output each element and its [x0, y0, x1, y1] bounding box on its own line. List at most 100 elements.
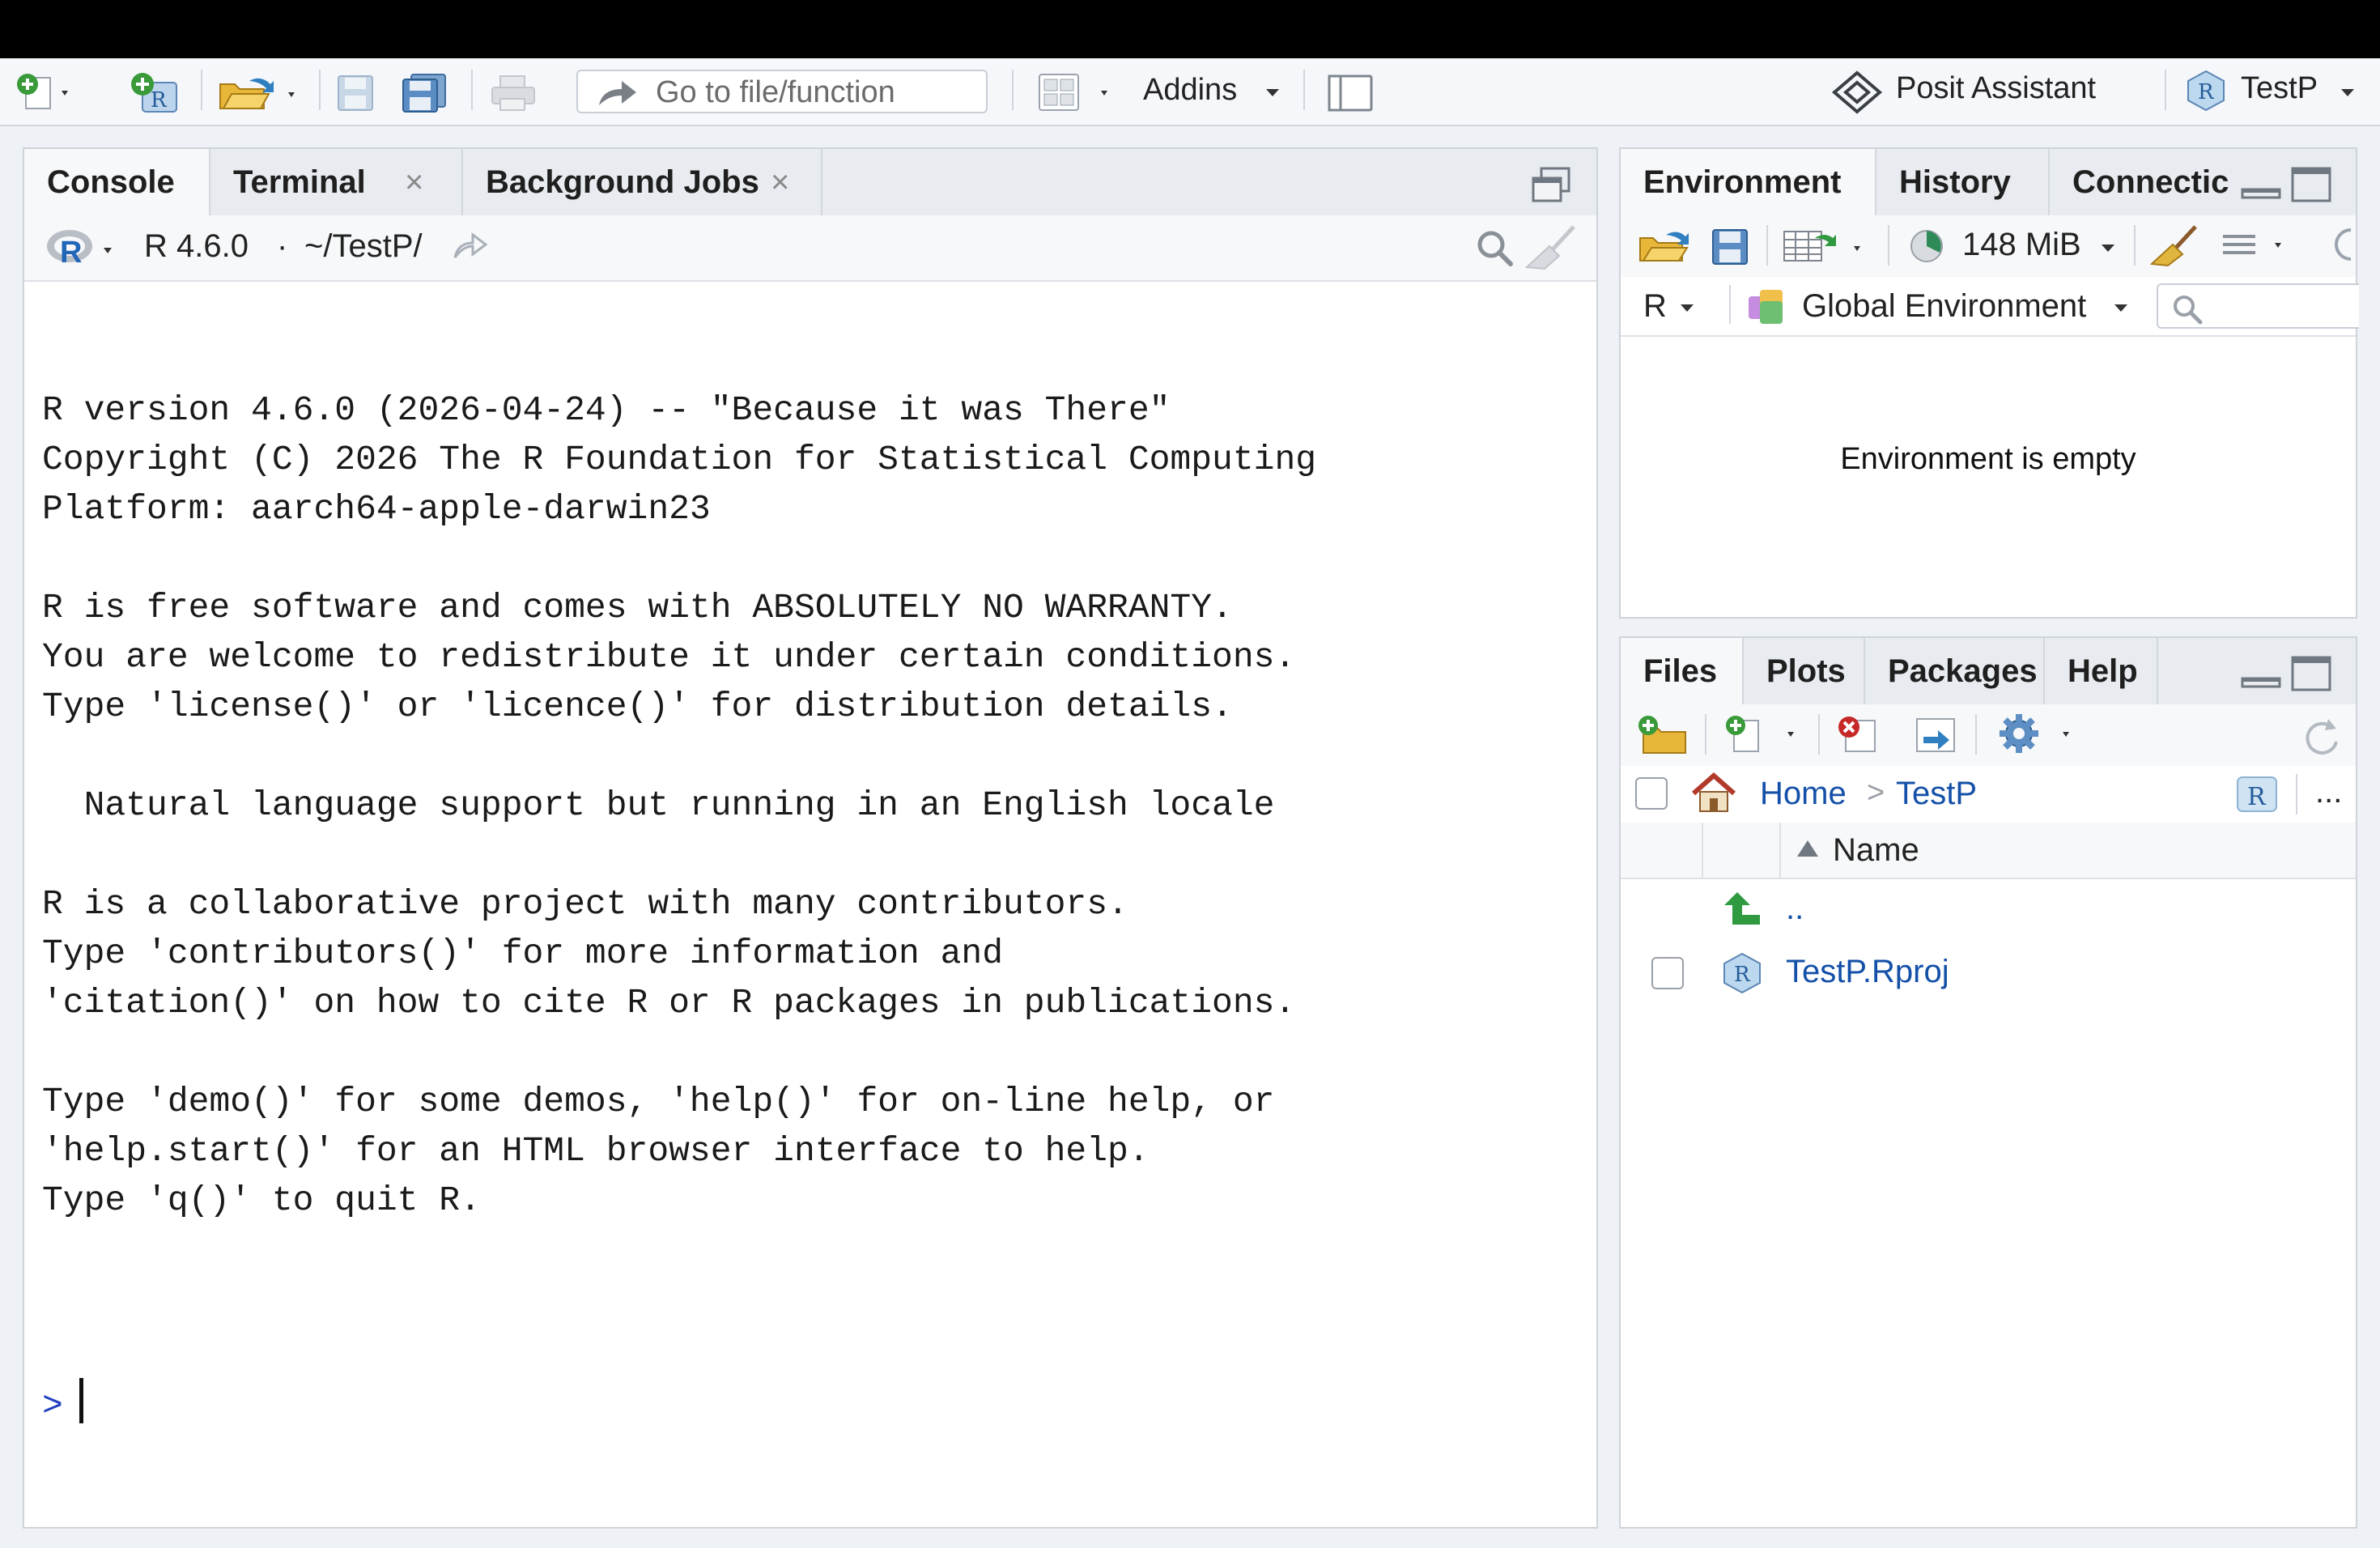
tab-environment[interactable]: Environment	[1621, 149, 1876, 217]
more-options-button[interactable]: ...	[2315, 774, 2342, 810]
language-selector[interactable]: R	[1643, 288, 1667, 325]
clear-console-broom-icon[interactable]	[1524, 225, 1577, 274]
console-output-lines: R version 4.6.0 (2026-04-24) -- "Because…	[42, 385, 1596, 1274]
info-separator: ·	[277, 228, 288, 264]
environment-tabbar: Environment History Connectic	[1621, 149, 2356, 217]
posit-assistant-button[interactable]: Posit Assistant	[1896, 71, 2096, 106]
list-view-icon[interactable]	[2221, 232, 2294, 265]
environment-scope-selector[interactable]: Global Environment	[1802, 288, 2086, 325]
home-icon[interactable]	[1689, 771, 1739, 819]
rename-file-icon[interactable]	[1909, 716, 1959, 759]
search-icon[interactable]	[1475, 228, 1515, 273]
files-toolbar	[1621, 704, 2356, 768]
tab-background-jobs-label: Background Jobs	[486, 164, 759, 200]
tab-help[interactable]: Help	[2045, 638, 2158, 704]
goto-directory-icon[interactable]	[452, 232, 488, 265]
maximize-pane-icon[interactable]	[2289, 165, 2333, 208]
console-output-line: Copyright (C) 2026 The R Foundation for …	[42, 440, 1317, 479]
go-to-project-icon[interactable]: R	[2234, 774, 2281, 819]
goto-file-function-box[interactable]	[576, 70, 988, 113]
clear-objects-broom-icon[interactable]	[2149, 225, 2199, 271]
console-output-line: R is a collaborative project with many c…	[42, 884, 1128, 924]
save-all-icon[interactable]	[402, 73, 450, 117]
delete-file-icon[interactable]	[1834, 714, 1885, 759]
new-blank-file-icon[interactable]	[1723, 714, 1804, 759]
files-column-header: Name	[1621, 823, 2356, 879]
console-output-line: 'citation()' on how to cite R or R packa…	[42, 983, 1296, 1023]
more-settings-gear-icon[interactable]	[1998, 712, 2079, 760]
tab-history-label: History	[1899, 164, 2011, 200]
addins-chevron-down-icon	[1266, 89, 1279, 96]
console-output[interactable]: R version 4.6.0 (2026-04-24) -- "Because…	[24, 287, 1596, 1529]
print-icon[interactable]	[491, 74, 536, 116]
tab-history[interactable]: History	[1876, 149, 2050, 215]
close-background-jobs-icon[interactable]: ×	[771, 149, 789, 215]
save-workspace-icon[interactable]	[1711, 228, 1750, 270]
restore-pane-icon[interactable]	[1530, 167, 1572, 208]
tab-connections-label: Connectic	[2072, 164, 2229, 200]
new-project-icon[interactable]: R	[128, 71, 185, 119]
text-cursor	[79, 1378, 83, 1423]
files-minimize-pane-icon[interactable]	[2239, 661, 2283, 697]
project-icon: R	[2186, 70, 2226, 116]
working-directory-path: ~/TestP/	[304, 228, 423, 264]
goto-file-input[interactable]	[656, 78, 980, 107]
environment-search-field[interactable]	[2157, 283, 2359, 329]
tab-help-label: Help	[2068, 653, 2138, 689]
breadcrumb-home[interactable]: Home	[1760, 776, 1847, 812]
minimize-pane-icon[interactable]	[2239, 172, 2283, 208]
r-version-label: R 4.6.0	[144, 228, 249, 264]
tab-connections[interactable]: Connectic	[2050, 149, 2236, 215]
pane-layout-icon[interactable]	[1038, 73, 1116, 117]
svg-text:R: R	[1734, 963, 1751, 987]
console-output-line: Platform: aarch64-apple-darwin23	[42, 489, 711, 529]
svg-text:R: R	[2198, 80, 2215, 104]
import-dataset-icon[interactable]	[1783, 227, 1872, 270]
file-checkbox[interactable]	[1651, 957, 1684, 989]
new-file-icon[interactable]	[15, 73, 73, 117]
sort-ascending-icon[interactable]	[1796, 839, 1820, 862]
memory-usage-pie-icon	[1909, 228, 1944, 268]
tab-console[interactable]: Console	[24, 149, 210, 217]
table-row[interactable]: ..	[1621, 879, 2356, 942]
new-folder-icon[interactable]	[1637, 714, 1690, 760]
posit-assistant-icon	[1831, 70, 1883, 119]
refresh-environment-icon[interactable]	[2330, 227, 2354, 266]
console-output-line: Type 'contributors()' for more informati…	[42, 933, 1003, 973]
select-all-checkbox[interactable]	[1635, 777, 1668, 810]
window-titlebar	[0, 0, 2380, 58]
rproj-file-icon: R	[1721, 952, 1763, 998]
sidebar-toggle-icon[interactable]	[1328, 74, 1375, 116]
console-output-line: Type 'demo()' for some demos, 'help()' f…	[42, 1082, 1275, 1121]
tab-plots[interactable]: Plots	[1744, 638, 1865, 704]
tab-packages[interactable]: Packages	[1865, 638, 2045, 704]
environment-scope-bar: R Global Environment	[1621, 277, 2359, 337]
refresh-files-icon[interactable]	[2299, 714, 2341, 760]
breadcrumb-current[interactable]: TestP	[1896, 776, 1977, 812]
console-output-line: R version 4.6.0 (2026-04-24) -- "Because…	[42, 390, 1171, 430]
memory-usage-label[interactable]: 148 MiB	[1962, 227, 2081, 263]
files-tabbar: Files Plots Packages Help	[1621, 638, 2356, 706]
console-prompt: >	[42, 1386, 63, 1426]
r-logo-icon[interactable]: R	[45, 227, 120, 273]
parent-directory-link[interactable]: ..	[1786, 891, 1804, 927]
tab-files[interactable]: Files	[1621, 638, 1744, 706]
tab-terminal[interactable]: Terminal ×	[210, 149, 463, 215]
open-file-icon[interactable]	[217, 73, 306, 117]
files-maximize-pane-icon[interactable]	[2289, 654, 2333, 697]
project-menu[interactable]: TestP	[2241, 71, 2318, 106]
load-workspace-icon[interactable]	[1637, 225, 1690, 270]
save-icon[interactable]	[337, 74, 376, 116]
table-row[interactable]: R TestP.Rproj	[1621, 942, 2356, 1006]
rproj-file-link[interactable]: TestP.Rproj	[1786, 954, 1949, 990]
column-name-header[interactable]: Name	[1833, 832, 1919, 869]
tab-console-label: Console	[47, 164, 175, 200]
environment-empty-message: Environment is empty	[1840, 442, 2136, 476]
close-terminal-icon[interactable]: ×	[405, 149, 423, 215]
addins-menu[interactable]: Addins	[1143, 73, 1237, 108]
tab-background-jobs[interactable]: Background Jobs ×	[463, 149, 822, 215]
console-prompt-line[interactable]: >	[42, 1378, 1596, 1431]
console-output-line: You are welcome to redistribute it under…	[42, 637, 1296, 677]
